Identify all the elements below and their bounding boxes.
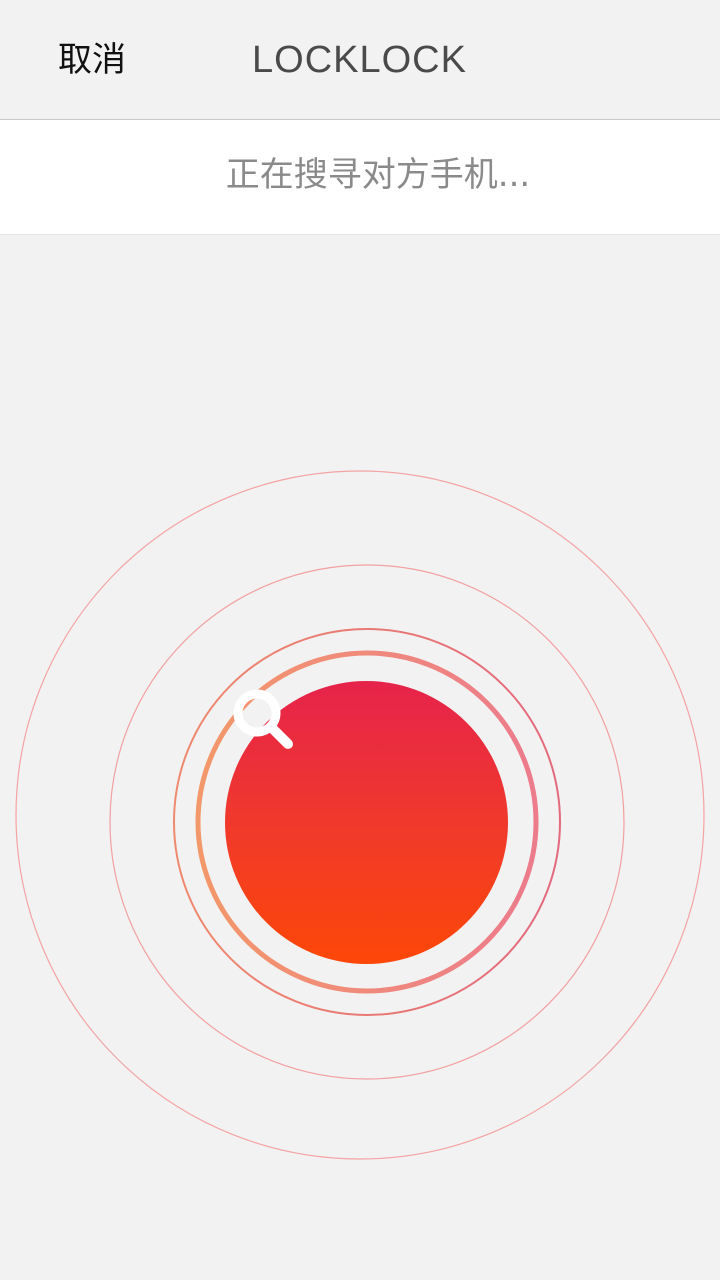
page-title: LOCKLOCK <box>252 39 467 81</box>
search-button[interactable] <box>225 681 508 964</box>
cancel-button[interactable]: 取消 <box>58 38 126 82</box>
searching-status-text: 正在搜寻对方手机... <box>225 155 531 195</box>
radar-area <box>0 440 720 1200</box>
search-icon <box>233 689 293 749</box>
status-bar: 正在搜寻对方手机... <box>0 120 720 235</box>
top-bar: 取消 LOCKLOCK <box>0 0 720 120</box>
